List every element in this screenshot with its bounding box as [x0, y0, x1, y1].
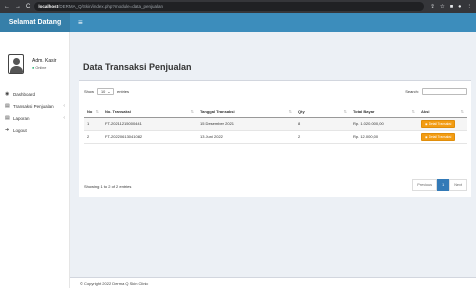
- sidebar-item-transaksi-penjualan[interactable]: ▤ Transaksi Penjualan ‹: [0, 100, 69, 112]
- eye-icon: ◉: [425, 121, 428, 126]
- sort-icon: ⇅: [411, 109, 415, 114]
- sort-icon: ⇅: [288, 109, 292, 114]
- avatar: [8, 54, 24, 74]
- column-header-transaksi[interactable]: No. Transaksi ⇅: [102, 106, 197, 118]
- sidebar-item-label: Laporan: [13, 115, 30, 121]
- cell-no: 1: [84, 117, 102, 131]
- table-header-row: No ⇅ No. Transaksi ⇅ Tanggal Transaksi ⇅ Qt…: [84, 106, 467, 118]
- sort-icon: ⇅: [95, 109, 99, 114]
- app-logo[interactable]: Selamat Datang: [0, 13, 70, 32]
- detail-transaksi-button[interactable]: ◉ Detail Transaksi: [421, 119, 456, 128]
- chevron-down-icon: ⌄: [107, 90, 111, 94]
- column-header-qty[interactable]: Qty ⇅: [295, 106, 350, 118]
- url-path: /DERMA_Q/Skin/index.php?module=data_penj…: [58, 4, 164, 9]
- column-header-aksi[interactable]: Aksi ⇅: [418, 106, 467, 118]
- sidebar-toggle-icon[interactable]: ≡: [78, 18, 83, 27]
- sidebar-item-logout[interactable]: ➜ Logout: [0, 124, 69, 136]
- table-row: 1 FT-20211215000441 15 Desember 2021 8 R…: [84, 117, 467, 131]
- sidebar-item-laporan[interactable]: ▤ Laporan ‹: [0, 112, 69, 124]
- cell-total: Rp. 12.000,00: [350, 130, 418, 144]
- sidebar-item-label: Transaksi Penjualan: [13, 103, 54, 109]
- cell-transaksi: FT-20211215000441: [102, 117, 197, 131]
- sort-icon: ⇅: [343, 109, 347, 114]
- address-bar[interactable]: localhost /DERMA_Q/Skin/index.php?module…: [34, 2, 425, 11]
- share-icon[interactable]: ⇪: [430, 4, 435, 10]
- dashboard-icon: ◉: [5, 91, 10, 97]
- top-navbar: ≡: [70, 13, 476, 32]
- reload-icon[interactable]: C: [26, 4, 30, 10]
- cell-transaksi: FT-20220613041082: [102, 130, 197, 144]
- extensions-icon[interactable]: ■: [450, 4, 453, 10]
- column-header-tanggal[interactable]: Tanggal Transaksi ⇅: [197, 106, 295, 118]
- main-content: Data Transaksi Penjualan Show 10 ⌄ entrie…: [70, 32, 476, 288]
- next-page-button[interactable]: Next: [449, 179, 467, 191]
- logout-icon: ➜: [5, 127, 10, 133]
- cell-qty: 2: [295, 130, 350, 144]
- column-header-no[interactable]: No ⇅: [84, 106, 102, 118]
- entries-label: entries: [117, 89, 130, 94]
- entries-length: Show 10 ⌄ entries: [84, 88, 129, 95]
- sort-icon: ⇅: [190, 109, 194, 114]
- user-status: ● Online: [32, 66, 47, 70]
- show-label: Show: [84, 89, 95, 94]
- footer: © Copyright 2022 Derma Q Skin Clinic: [70, 277, 476, 288]
- browser-toolbar: ← → C localhost /DERMA_Q/Skin/index.php?…: [0, 0, 476, 13]
- detail-transaksi-button[interactable]: ◉ Detail Transaksi: [421, 132, 456, 141]
- sidebar-item-label: Logout: [13, 127, 27, 133]
- list-icon: ▤: [5, 103, 10, 109]
- search-label: Search:: [405, 89, 419, 94]
- chevron-left-icon: ‹: [63, 115, 65, 121]
- table-row: 2 FT-20220613041082 13 Juni 2022 2 Rp. 1…: [84, 130, 467, 144]
- sidebar-item-dashboard[interactable]: ◉ Dashboard: [0, 88, 69, 100]
- browser-actions: ⇪ ☆ ■ ● ⋮: [430, 4, 472, 10]
- back-icon[interactable]: ←: [4, 4, 10, 10]
- profile-icon[interactable]: ●: [458, 4, 461, 10]
- list-icon: ▤: [5, 115, 10, 121]
- entries-select[interactable]: 10 ⌄: [97, 88, 115, 95]
- sidebar-item-label: Dashboard: [13, 91, 36, 97]
- data-table-box: Show 10 ⌄ entries Search: No ⇅ No. Transak…: [79, 80, 471, 197]
- sidebar: Adm. Kasir ● Online ◉ Dashboard ▤ Transa…: [0, 32, 70, 288]
- previous-page-button[interactable]: Previous: [412, 179, 438, 191]
- transactions-table: No ⇅ No. Transaksi ⇅ Tanggal Transaksi ⇅ Qt…: [84, 106, 467, 144]
- cell-qty: 8: [295, 117, 350, 131]
- user-panel: Adm. Kasir ● Online: [0, 32, 69, 84]
- table-search: Search:: [405, 88, 467, 95]
- pagination: Previous 1 Next: [412, 179, 467, 191]
- page-1-button[interactable]: 1: [437, 179, 450, 191]
- cell-tanggal: 15 Desember 2021: [197, 117, 295, 131]
- cell-no: 2: [84, 130, 102, 144]
- table-info: Showing 1 to 2 of 2 entries: [84, 184, 132, 189]
- cell-tanggal: 13 Juni 2022: [197, 130, 295, 144]
- chevron-left-icon: ‹: [63, 103, 65, 109]
- online-dot-icon: ●: [32, 66, 35, 70]
- url-host: localhost: [38, 4, 59, 9]
- sort-icon: ⇅: [460, 109, 464, 114]
- column-header-total[interactable]: Total Bayar ⇅: [350, 106, 418, 118]
- eye-icon: ◉: [425, 134, 428, 139]
- cell-total: Rp. 1.020.000,00: [350, 117, 418, 131]
- forward-icon[interactable]: →: [15, 4, 21, 10]
- user-name: Adm. Kasir: [32, 58, 57, 64]
- sidebar-menu: ◉ Dashboard ▤ Transaksi Penjualan ‹ ▤ La…: [0, 88, 69, 136]
- browser-nav: ← → C: [4, 4, 30, 10]
- star-icon[interactable]: ☆: [440, 4, 445, 10]
- search-input[interactable]: [422, 88, 467, 95]
- menu-icon[interactable]: ⋮: [467, 4, 473, 10]
- page-title: Data Transaksi Penjualan: [83, 62, 192, 72]
